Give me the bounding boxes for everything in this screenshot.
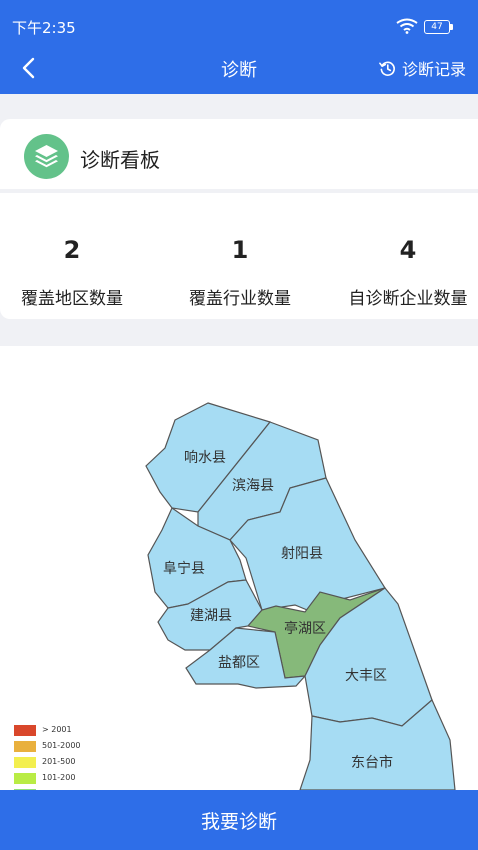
battery-icon: 47 [424, 20, 454, 34]
region-label: 亭湖区 [284, 620, 326, 637]
stat-industries: 1 覆盖行业数量 [160, 236, 320, 309]
stat-label: 覆盖地区数量 [21, 289, 123, 309]
stat-label: 自诊断企业数量 [348, 289, 468, 309]
legend-swatch [14, 773, 36, 784]
region-label: 射阳县 [281, 546, 323, 562]
dashboard-header: 诊断看板 [0, 119, 478, 193]
stat-enterprises: 4 自诊断企业数量 [328, 236, 478, 309]
region-label: 大丰区 [345, 668, 387, 684]
status-bar: 下午2:35 47 [0, 0, 478, 40]
map-area: 响水县 滨海县 射阳县 阜宁县 建湖县 亭湖区 盐都区 大丰区 东台市 > 20… [0, 346, 478, 790]
stat-value: 4 [399, 236, 417, 264]
dashboard-card: 诊断看板 2 覆盖地区数量 1 覆盖行业数量 4 自诊断企业数量 [0, 119, 478, 319]
region-label: 响水县 [184, 450, 226, 466]
nav-bar: 诊断 诊断记录 [0, 44, 478, 92]
legend-swatch [14, 725, 36, 736]
start-diagnosis-button[interactable]: 我要诊断 [0, 790, 478, 850]
history-icon [379, 61, 395, 76]
layers-icon [24, 134, 69, 179]
legend-label: 101-200 [42, 773, 76, 782]
history-button[interactable]: 诊断记录 [379, 56, 466, 80]
stat-value: 1 [231, 236, 249, 264]
region-label: 东台市 [351, 754, 393, 771]
history-label: 诊断记录 [401, 60, 466, 79]
app-header: 下午2:35 47 诊断 诊断记录 [0, 0, 478, 94]
legend-label: 501-2000 [42, 741, 81, 750]
dashboard-title: 诊断看板 [80, 148, 160, 172]
back-button[interactable] [16, 52, 46, 84]
legend-label: > 2001 [42, 725, 72, 734]
stat-value: 2 [63, 236, 81, 264]
legend-swatch [14, 757, 36, 768]
region-label: 盐都区 [218, 655, 260, 671]
region-label: 滨海县 [232, 478, 274, 494]
stat-label: 覆盖行业数量 [189, 289, 291, 309]
battery-level: 47 [431, 22, 443, 32]
wifi-icon [396, 18, 418, 34]
stats-row: 2 覆盖地区数量 1 覆盖行业数量 4 自诊断企业数量 [0, 236, 478, 316]
legend-swatch [14, 741, 36, 752]
region-label: 建湖县 [190, 608, 232, 624]
status-time: 下午2:35 [12, 19, 76, 37]
region-label: 阜宁县 [163, 560, 205, 577]
stat-regions: 2 覆盖地区数量 [0, 236, 152, 309]
legend-label: 201-500 [42, 757, 76, 766]
region-map: 响水县 滨海县 射阳县 阜宁县 建湖县 亭湖区 盐都区 大丰区 东台市 [145, 402, 456, 790]
